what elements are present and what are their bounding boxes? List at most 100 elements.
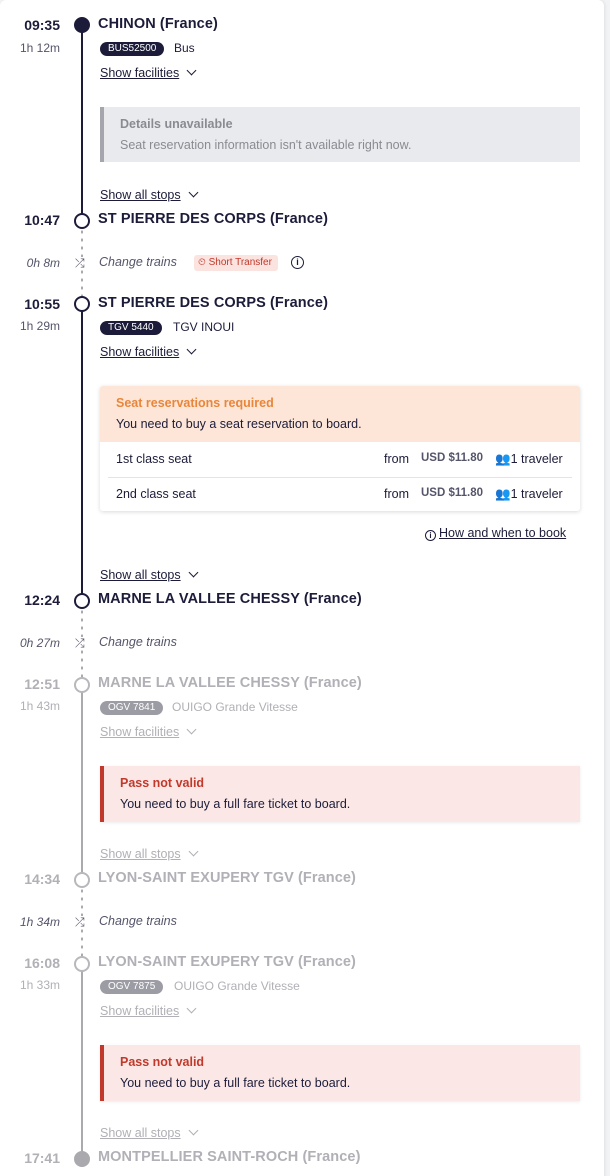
departure-station: MARNE LA VALLEE CHESSY (France) xyxy=(98,675,362,691)
details-unavailable-notice: Details unavailable Seat reservation inf… xyxy=(100,107,580,162)
departure-dot xyxy=(74,677,90,693)
notice-body: You need to buy a full fare ticket to bo… xyxy=(120,797,351,811)
notice-title: Pass not valid xyxy=(120,776,205,790)
arrival-time: 10:47 xyxy=(24,212,60,228)
service-name: Bus xyxy=(174,41,195,55)
pass-not-valid-notice: Pass not valid You need to buy a full fa… xyxy=(100,1045,580,1101)
shuffle-icon: ⤮ xyxy=(75,256,85,270)
segment-duration: 1h 43m xyxy=(19,699,60,713)
departure-time: 10:55 xyxy=(24,296,60,312)
shuffle-icon: ⤮ xyxy=(75,636,85,650)
segment-line xyxy=(81,25,83,221)
show-all-stops-link[interactable]: Show all stops xyxy=(100,187,199,202)
change-trains-label: Change trains xyxy=(99,635,177,649)
transfer-duration: 1h 34m xyxy=(19,915,60,929)
notice-body: Seat reservation information isn't avail… xyxy=(120,138,412,152)
link-label: Show facilities xyxy=(100,1004,180,1018)
transfer-duration: 0h 8m xyxy=(26,256,60,270)
arrival-dot xyxy=(74,213,90,229)
link-label: Show facilities xyxy=(100,725,180,739)
show-facilities-link[interactable]: Show facilities xyxy=(100,65,197,80)
chevron-down-icon xyxy=(188,567,199,578)
show-facilities-link[interactable]: Show facilities xyxy=(100,1003,197,1018)
link-label: Show facilities xyxy=(100,345,180,359)
show-all-stops-link[interactable]: Show all stops xyxy=(100,846,199,861)
segment-line xyxy=(81,304,83,600)
segment-duration: 1h 33m xyxy=(19,978,60,992)
service-name: OUIGO Grande Vitesse xyxy=(172,700,298,714)
departure-station: CHINON (France) xyxy=(98,16,218,32)
departure-time: 16:08 xyxy=(24,955,60,971)
departure-time: 09:35 xyxy=(24,17,60,33)
notice-title: Pass not valid xyxy=(120,1055,205,1069)
people-icon: 👥 xyxy=(495,487,511,501)
departure-dot xyxy=(74,296,90,312)
reservation-notice: Seat reservations required You need to b… xyxy=(100,386,580,442)
service-badge: TGV 5440 xyxy=(100,321,162,335)
chevron-down-icon xyxy=(188,1125,199,1136)
traveler-count: 👥1 traveler xyxy=(495,487,563,502)
service-name: TGV INOUI xyxy=(173,320,235,334)
show-facilities-link[interactable]: Show facilities xyxy=(100,724,197,739)
arrival-time: 12:24 xyxy=(24,592,60,608)
chevron-down-icon xyxy=(188,187,199,198)
final-arrival-dot xyxy=(74,1151,90,1167)
link-label: Show facilities xyxy=(100,66,180,80)
shuffle-icon: ⤮ xyxy=(75,915,85,929)
service-name: OUIGO Grande Vitesse xyxy=(174,979,300,993)
arrival-station: LYON-SAINT EXUPERY TGV (France) xyxy=(98,870,356,886)
segment-duration: 1h 29m xyxy=(19,319,60,333)
show-all-stops-link[interactable]: Show all stops xyxy=(100,1125,199,1140)
info-icon: i xyxy=(425,530,436,541)
chevron-down-icon xyxy=(186,724,197,735)
how-to-book-label: How and when to book xyxy=(439,526,567,540)
traveler-label: 1 traveler xyxy=(510,452,563,466)
price-prefix: from xyxy=(384,487,409,501)
link-label: Show all stops xyxy=(100,847,181,861)
notice-title: Details unavailable xyxy=(120,117,233,131)
seat-class: 2nd class seat xyxy=(116,487,196,501)
link-label: Show all stops xyxy=(100,568,181,582)
arrival-dot xyxy=(74,593,90,609)
arrival-station: ST PIERRE DES CORPS (France) xyxy=(98,211,329,227)
change-trains-label: Change trains xyxy=(99,255,177,269)
chevron-down-icon xyxy=(186,1003,197,1014)
traveler-label: 1 traveler xyxy=(510,487,563,501)
how-to-book-link[interactable]: i How and when to book xyxy=(425,526,567,541)
notice-body: You need to buy a full fare ticket to bo… xyxy=(120,1076,351,1090)
arrival-station: MARNE LA VALLEE CHESSY (France) xyxy=(98,591,362,607)
itinerary-card: 09:35 1h 12m CHINON (France) BUS52500 Bu… xyxy=(0,0,604,1176)
traveler-count: 👥1 traveler xyxy=(495,452,563,467)
link-label: Show all stops xyxy=(100,188,181,202)
short-transfer-badge: ⏲ Short Transfer xyxy=(194,255,278,271)
short-transfer-label: Short Transfer xyxy=(208,257,272,268)
info-icon[interactable]: i xyxy=(291,256,304,269)
price-prefix: from xyxy=(384,452,409,466)
show-all-stops-link[interactable]: Show all stops xyxy=(100,567,199,582)
departure-dot xyxy=(74,17,90,33)
arrival-time: 14:34 xyxy=(24,871,60,887)
link-label: Show all stops xyxy=(100,1126,181,1140)
chevron-down-icon xyxy=(186,65,197,76)
arrival-time: 17:41 xyxy=(24,1150,60,1166)
notice-body: You need to buy a seat reservation to bo… xyxy=(116,417,362,431)
segment-duration: 1h 12m xyxy=(19,41,60,55)
timer-icon: ⏲ xyxy=(198,257,209,268)
reservation-row[interactable]: 1st class seat from USD $11.80 👥1 travel… xyxy=(100,442,580,477)
service-badge: OGV 7875 xyxy=(100,980,164,994)
chevron-down-icon xyxy=(188,846,199,857)
departure-station: ST PIERRE DES CORPS (France) xyxy=(98,295,329,311)
notice-title: Seat reservations required xyxy=(116,396,274,410)
segment-line xyxy=(81,963,83,1159)
seat-reservation-panel: Seat reservations required You need to b… xyxy=(100,386,580,511)
pass-not-valid-notice: Pass not valid You need to buy a full fa… xyxy=(100,766,580,822)
reservation-row[interactable]: 2nd class seat from USD $11.80 👥1 travel… xyxy=(100,477,580,511)
transfer-duration: 0h 27m xyxy=(19,636,60,650)
show-facilities-link[interactable]: Show facilities xyxy=(100,344,197,359)
seat-class: 1st class seat xyxy=(116,452,192,466)
departure-station: LYON-SAINT EXUPERY TGV (France) xyxy=(98,954,356,970)
segment-line xyxy=(81,684,83,880)
departure-dot xyxy=(74,956,90,972)
arrival-station: MONTPELLIER SAINT-ROCH (France) xyxy=(98,1149,361,1165)
service-badge: BUS52500 xyxy=(100,42,165,56)
